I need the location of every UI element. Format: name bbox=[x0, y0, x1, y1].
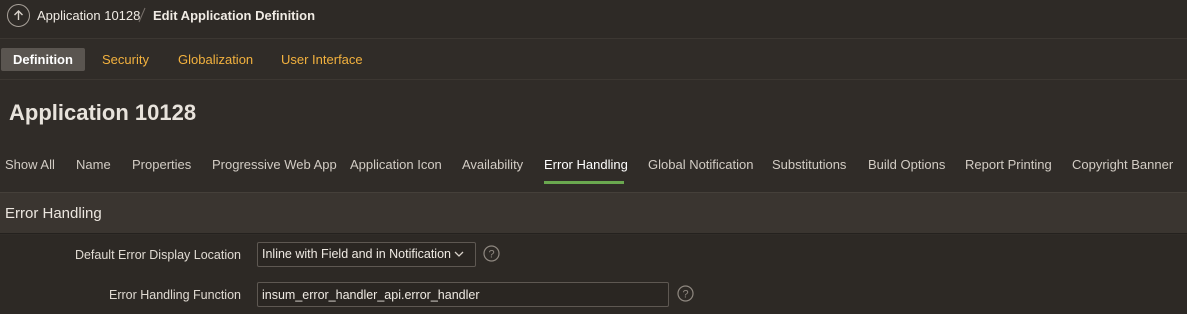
display-location-select[interactable]: Inline with Field and in Notification bbox=[257, 242, 476, 267]
top-tabs: Definition Security Globalization User I… bbox=[0, 40, 1187, 80]
active-tab-underline bbox=[544, 181, 624, 184]
section-tab-name[interactable]: Name bbox=[76, 157, 111, 172]
display-location-value: Inline with Field and in Notification bbox=[262, 247, 451, 261]
breadcrumb-bar: Application 10128 Edit Application Defin… bbox=[0, 0, 1187, 39]
section-tab-global-notification[interactable]: Global Notification bbox=[648, 157, 754, 172]
breadcrumb-current-page: Edit Application Definition bbox=[153, 8, 316, 23]
section-tab-copyright-banner[interactable]: Copyright Banner bbox=[1072, 157, 1173, 172]
section-tab-error-handling[interactable]: Error Handling bbox=[544, 157, 628, 172]
svg-text:?: ? bbox=[488, 249, 494, 261]
section-tab-properties[interactable]: Properties bbox=[132, 157, 191, 172]
tab-definition[interactable]: Definition bbox=[1, 48, 85, 71]
section-tabs: Show All Name Properties Progressive Web… bbox=[0, 144, 1187, 186]
svg-text:?: ? bbox=[682, 289, 688, 301]
handling-function-label: Error Handling Function bbox=[108, 288, 241, 302]
tab-security[interactable]: Security bbox=[90, 48, 161, 71]
breadcrumb-app-link[interactable]: Application 10128 bbox=[37, 8, 140, 23]
help-icon[interactable]: ? bbox=[677, 285, 694, 302]
region-header: Error Handling bbox=[0, 192, 1187, 234]
breadcrumb-separator bbox=[138, 7, 146, 23]
section-tab-substitutions[interactable]: Substitutions bbox=[772, 157, 846, 172]
tab-user-interface[interactable]: User Interface bbox=[269, 48, 375, 71]
section-tab-build-options[interactable]: Build Options bbox=[868, 157, 945, 172]
arrow-up-glyph bbox=[14, 10, 23, 20]
tab-globalization[interactable]: Globalization bbox=[166, 48, 265, 71]
help-icon[interactable]: ? bbox=[483, 245, 500, 262]
section-tab-report-printing[interactable]: Report Printing bbox=[965, 157, 1052, 172]
display-location-label: Default Error Display Location bbox=[74, 248, 241, 262]
section-tab-show-all[interactable]: Show All bbox=[5, 157, 55, 172]
section-tab-availability[interactable]: Availability bbox=[462, 157, 523, 172]
region-title: Error Handling bbox=[5, 205, 102, 222]
page-title: Application 10128 bbox=[9, 100, 197, 125]
handling-function-input[interactable] bbox=[257, 282, 669, 307]
chevron-down-icon bbox=[454, 251, 464, 257]
section-tab-application-icon[interactable]: Application Icon bbox=[350, 157, 442, 172]
up-arrow-icon[interactable] bbox=[7, 4, 30, 27]
section-tab-progressive-web-app[interactable]: Progressive Web App bbox=[212, 157, 337, 172]
